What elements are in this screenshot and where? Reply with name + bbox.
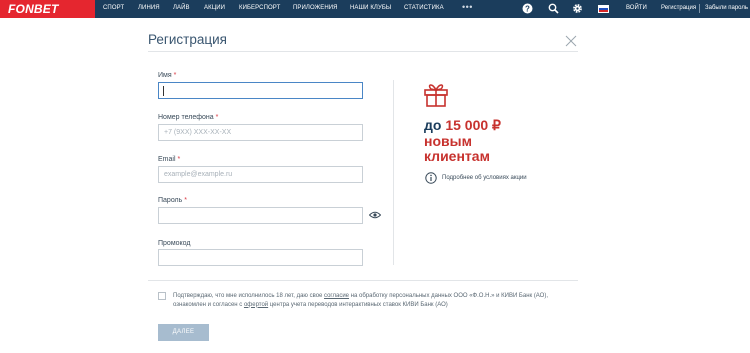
name-field[interactable] xyxy=(158,82,363,99)
info-icon[interactable] xyxy=(425,172,437,184)
email-placeholder: example@example.ru xyxy=(164,171,233,178)
promocode-field[interactable] xyxy=(158,249,363,266)
text-cursor xyxy=(163,86,164,96)
nav-apps[interactable]: ПРИЛОЖЕНИЯ xyxy=(293,5,338,11)
promo-line-clients: клиентам xyxy=(424,148,490,164)
nav-statistics[interactable]: СТАТИСТИКА xyxy=(404,5,444,11)
nav-more-button[interactable]: ••• xyxy=(462,2,473,12)
phone-placeholder: +7 (9XX) XXX-XX-XX xyxy=(164,129,232,136)
next-button[interactable]: ДАЛЕЕ xyxy=(158,324,209,341)
email-field[interactable]: example@example.ru xyxy=(158,166,363,183)
register-link[interactable]: Регистрация xyxy=(661,5,696,11)
help-icon[interactable]: ? xyxy=(522,3,533,14)
title-divider xyxy=(148,51,578,52)
consent-divider xyxy=(148,280,578,281)
offer-link[interactable]: офертой xyxy=(244,302,268,308)
consent-link[interactable]: согласие xyxy=(324,293,349,299)
header-separator xyxy=(699,4,700,13)
phone-label: Номер телефона * xyxy=(158,114,219,121)
top-navigation-bar: FONBET СПОРТ ЛИНИЯ ЛАЙВ АКЦИИ КИБЕРСПОРТ… xyxy=(0,0,750,18)
forgot-password-link[interactable]: Забыли пароль xyxy=(705,5,748,11)
phone-field[interactable]: +7 (9XX) XXX-XX-XX xyxy=(158,124,363,141)
consent-text: Подтверждаю, что мне исполнилось 18 лет,… xyxy=(173,293,549,308)
nav-promotions[interactable]: АКЦИИ xyxy=(204,5,225,11)
password-field[interactable] xyxy=(158,207,363,224)
promo-terms-link[interactable]: Подробнее об условиях акции xyxy=(442,175,527,181)
password-label: Пароль * xyxy=(158,197,187,204)
gear-icon[interactable] xyxy=(572,3,583,14)
name-label: Имя * xyxy=(158,72,177,79)
nav-sport[interactable]: СПОРТ xyxy=(103,5,124,11)
fonbet-logo[interactable]: FONBET xyxy=(8,2,59,16)
vertical-divider xyxy=(393,80,394,265)
login-link[interactable]: ВОЙТИ xyxy=(626,5,647,11)
flag-ru-icon[interactable] xyxy=(598,5,609,13)
search-icon[interactable] xyxy=(548,3,559,14)
svg-text:?: ? xyxy=(525,4,530,13)
nav-our-clubs[interactable]: НАШИ КЛУБЫ xyxy=(350,5,391,11)
consent-checkbox[interactable] xyxy=(158,292,166,300)
page-title: Регистрация xyxy=(148,32,227,47)
eye-icon[interactable] xyxy=(369,211,381,219)
nav-line[interactable]: ЛИНИЯ xyxy=(138,5,160,11)
gift-icon xyxy=(424,84,448,107)
promo-amount-line: до 15 000 ₽ xyxy=(424,117,501,133)
nav-live[interactable]: ЛАЙВ xyxy=(173,5,190,11)
email-label: Email * xyxy=(158,156,181,163)
promocode-label: Промокод xyxy=(158,240,191,247)
close-icon[interactable] xyxy=(565,35,577,47)
logo-area[interactable]: FONBET xyxy=(0,0,95,18)
promo-line-new: новым xyxy=(424,133,472,149)
nav-esports[interactable]: КИБЕРСПОРТ xyxy=(239,5,280,11)
